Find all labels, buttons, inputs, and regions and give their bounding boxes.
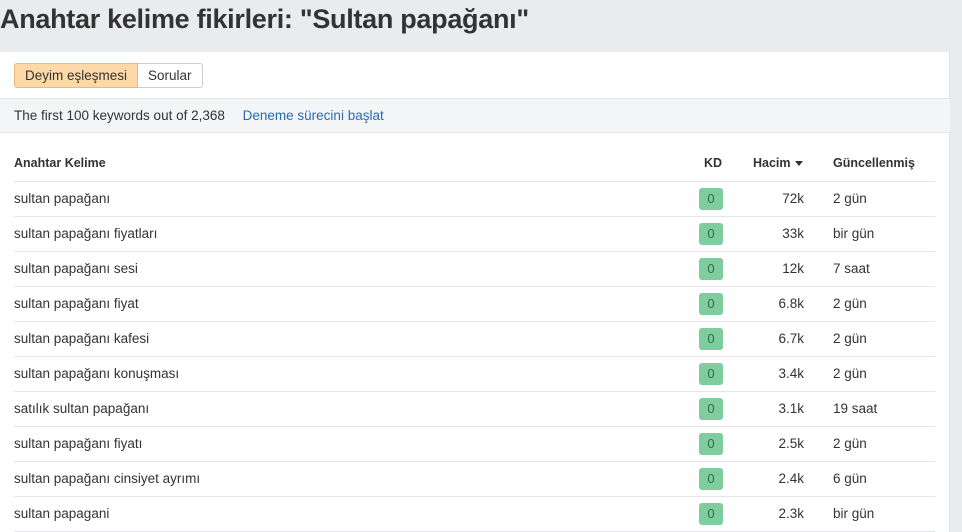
kd-cell: 0	[699, 398, 723, 420]
keyword-ideas-panel: Deyim eşleşmesi Sorular The first 100 ke…	[0, 52, 950, 532]
kd-cell: 0	[699, 503, 723, 525]
keywords-table: Anahtar Kelime KD Hacim Güncellenmiş sul…	[14, 141, 935, 532]
table-row: sultan papağanı 0 72k 2 gün	[14, 182, 935, 217]
table-header: Anahtar Kelime KD Hacim Güncellenmiş	[14, 141, 935, 182]
header-updated: Güncellenmiş	[833, 156, 915, 170]
volume-value: 3.4k	[778, 366, 804, 381]
tab-phrase-match[interactable]: Deyim eşleşmesi	[14, 63, 139, 88]
header-keyword: Anahtar Kelime	[14, 156, 106, 170]
keyword-link[interactable]: sultan papağanı konuşması	[14, 357, 179, 391]
kd-cell: 0	[699, 293, 723, 315]
volume-value: 2.4k	[778, 471, 804, 486]
volume-value: 6.7k	[778, 331, 804, 346]
kd-cell: 0	[699, 363, 723, 385]
kd-badge: 0	[699, 188, 723, 210]
kd-badge: 0	[699, 398, 723, 420]
kd-cell: 0	[699, 258, 723, 280]
page-title: Anahtar kelime fikirleri: "Sultan papağa…	[0, 4, 529, 34]
keyword-link[interactable]: sultan papağanı	[14, 182, 110, 216]
kd-badge: 0	[699, 223, 723, 245]
match-type-tabs: Deyim eşleşmesi Sorular	[14, 63, 203, 88]
volume-value: 72k	[782, 191, 804, 206]
table-row: sultan papagani 0 2.3k bir gün	[14, 497, 935, 532]
table-row: sultan papağanı fiyatları 0 33k bir gün	[14, 217, 935, 252]
updated-value: 6 gün	[833, 471, 867, 486]
updated-value: 19 saat	[833, 401, 878, 416]
kd-badge: 0	[699, 433, 723, 455]
kd-badge: 0	[699, 503, 723, 525]
table-row: sultan papağanı fiyat 0 6.8k 2 gün	[14, 287, 935, 322]
table-row: sultan papağanı cinsiyet ayrımı 0 2.4k 6 gü…	[14, 462, 935, 497]
tabs-bar: Deyim eşleşmesi Sorular	[0, 52, 950, 99]
kd-cell: 0	[699, 328, 723, 350]
keyword-link[interactable]: sultan papağanı fiyat	[14, 287, 139, 321]
updated-value: 2 gün	[833, 366, 867, 381]
tab-questions[interactable]: Sorular	[138, 63, 203, 88]
kd-cell: 0	[699, 188, 723, 210]
kd-badge: 0	[699, 363, 723, 385]
table-row: sultan papağanı konuşması 0 3.4k 2 gün	[14, 357, 935, 392]
keyword-link[interactable]: satılık sultan papağanı	[14, 392, 149, 426]
keyword-link[interactable]: sultan papağanı sesi	[14, 252, 138, 286]
volume-value: 3.1k	[778, 401, 804, 416]
header-volume-label: Hacim	[753, 156, 791, 170]
kd-badge: 0	[699, 258, 723, 280]
keyword-link[interactable]: sultan papagani	[14, 497, 109, 531]
kd-cell: 0	[699, 433, 723, 455]
sort-desc-icon	[794, 161, 803, 167]
kd-badge: 0	[699, 328, 723, 350]
updated-value: 7 saat	[833, 261, 870, 276]
updated-value: 2 gün	[833, 331, 867, 346]
start-trial-link[interactable]: Deneme sürecini başlat	[243, 108, 384, 123]
kd-badge: 0	[699, 293, 723, 315]
updated-value: 2 gün	[833, 436, 867, 451]
keyword-link[interactable]: sultan papağanı fiyatı	[14, 427, 142, 461]
updated-value: 2 gün	[833, 296, 867, 311]
keyword-link[interactable]: sultan papağanı fiyatları	[14, 217, 157, 251]
kd-badge: 0	[699, 468, 723, 490]
volume-value: 2.3k	[778, 506, 804, 521]
keyword-link[interactable]: sultan papağanı cinsiyet ayrımı	[14, 462, 200, 496]
table-row: sultan papağanı sesi 0 12k 7 saat	[14, 252, 935, 287]
volume-value: 6.8k	[778, 296, 804, 311]
kd-cell: 0	[699, 223, 723, 245]
header-kd[interactable]: KD	[704, 156, 722, 170]
table-body: sultan papağanı 0 72k 2 gün sultan papağanı …	[14, 182, 935, 532]
header-volume[interactable]: Hacim	[753, 156, 803, 170]
updated-value: 2 gün	[833, 191, 867, 206]
table-row: sultan papağanı kafesi 0 6.7k 2 gün	[14, 322, 935, 357]
volume-value: 33k	[782, 226, 804, 241]
volume-value: 12k	[782, 261, 804, 276]
results-count-text: The first 100 keywords out of 2,368	[14, 108, 225, 123]
volume-value: 2.5k	[778, 436, 804, 451]
updated-value: bir gün	[833, 506, 875, 521]
results-info-bar: The first 100 keywords out of 2,368 Dene…	[0, 99, 950, 133]
table-row: satılık sultan papağanı 0 3.1k 19 saat	[14, 392, 935, 427]
table-row: sultan papağanı fiyatı 0 2.5k 2 gün	[14, 427, 935, 462]
kd-cell: 0	[699, 468, 723, 490]
keyword-link[interactable]: sultan papağanı kafesi	[14, 322, 149, 356]
updated-value: bir gün	[833, 226, 875, 241]
